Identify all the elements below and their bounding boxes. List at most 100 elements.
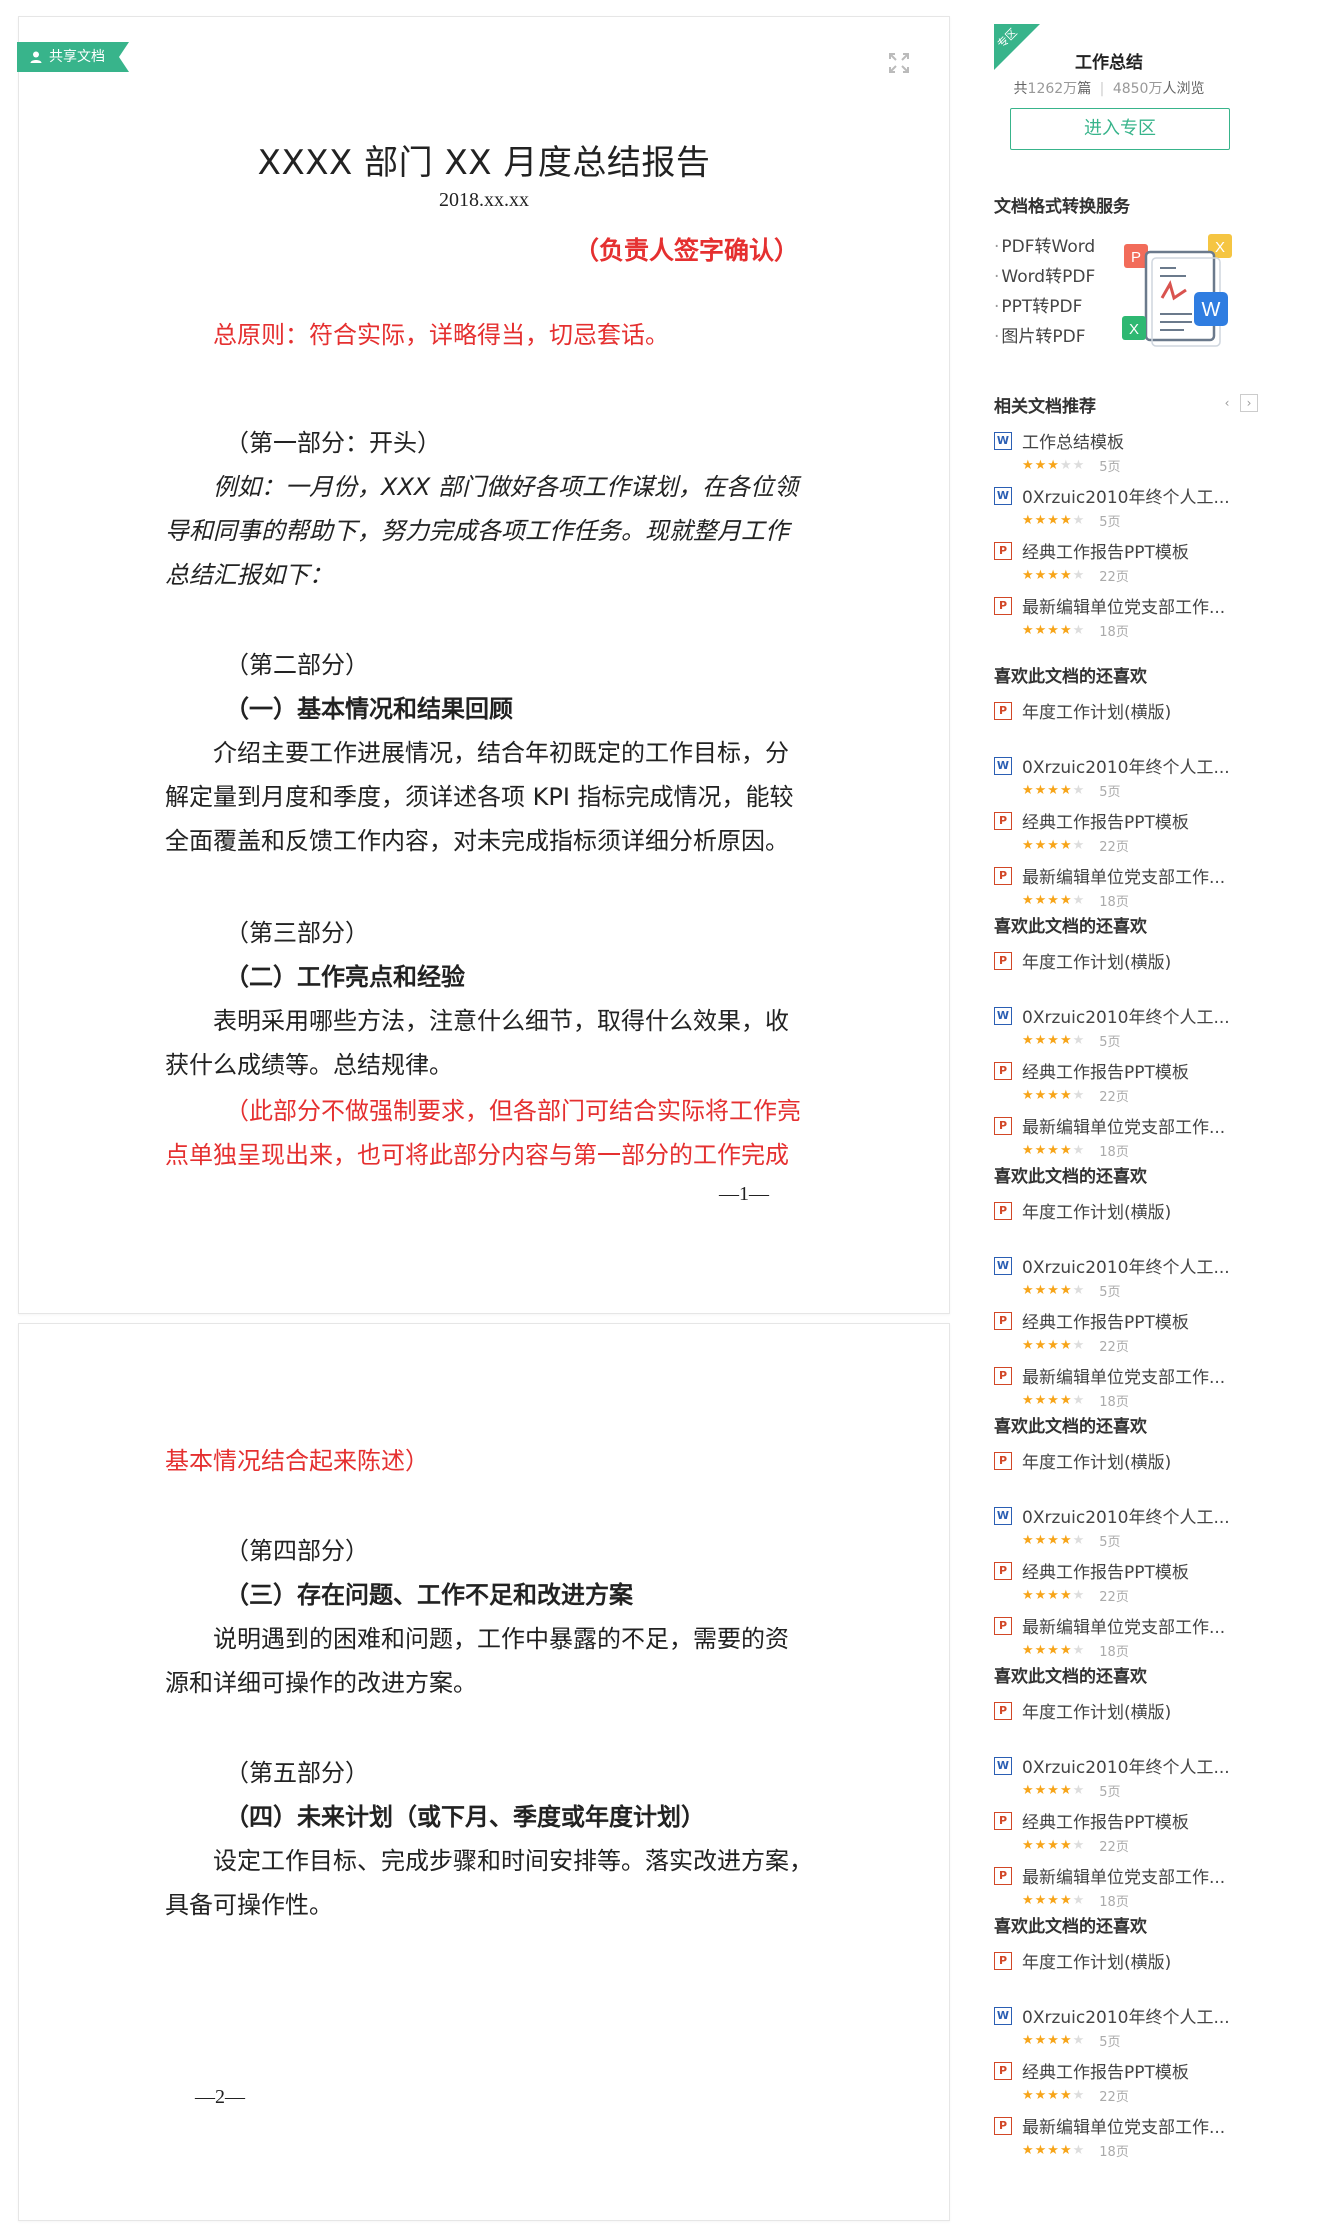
topic-card: 专区 工作总结 共1262万篇 | 4850万人浏览 进入专区 — [990, 24, 1230, 154]
word-doc-icon: W — [994, 1257, 1012, 1275]
section-heading: （一）基本情况和结果回顾 — [225, 695, 513, 723]
rating-stars-icon: ★★★★★ — [1022, 783, 1086, 798]
recommended-doc-item[interactable]: P 最新编辑单位党支部工作... ★★★★★ 18页 — [990, 595, 1240, 650]
chevron-left-icon[interactable]: ‹ — [1218, 394, 1236, 412]
recommended-doc-title[interactable]: 0Xrzuic2010年终个人工... — [1022, 753, 1236, 778]
rating-stars-icon: ★★★★★ — [1022, 623, 1086, 638]
rating-stars-icon: ★★★★★ — [1022, 513, 1086, 528]
doc-meta: ★★★★★ 22页 — [1022, 1586, 1129, 1605]
recommended-doc-title[interactable]: 0Xrzuic2010年终个人工... — [1022, 1003, 1236, 1028]
page-count: 5页 — [1099, 1285, 1121, 1300]
recommended-doc-title[interactable]: 年度工作计划(横版) — [1022, 948, 1236, 973]
recommended-doc-item[interactable]: P 年度工作计划(横版) — [990, 1200, 1240, 1255]
conversion-word-to-pdf[interactable]: Word转PDF — [994, 262, 1095, 292]
doc-meta: ★★★★★ 5页 — [1022, 1781, 1121, 1800]
recommended-doc-title[interactable]: 最新编辑单位党支部工作... — [1022, 863, 1236, 888]
part4-heading: （第四部分） — [225, 1537, 369, 1565]
recommended-doc-item[interactable]: P 年度工作计划(横版) — [990, 1700, 1240, 1755]
recommended-doc-title[interactable]: 年度工作计划(横版) — [1022, 698, 1236, 723]
recommended-doc-title[interactable]: 最新编辑单位党支部工作... — [1022, 1863, 1236, 1888]
body-line: 介绍主要工作进展情况，结合年初既定的工作目标，分 — [213, 739, 789, 767]
shared-doc-tag: 共享文档 — [17, 42, 129, 72]
principle-line: 总原则：符合实际，详略得当，切忌套话。 — [213, 321, 669, 349]
fullscreen-icon[interactable] — [887, 51, 911, 75]
recommended-doc-item[interactable]: W 0Xrzuic2010年终个人工... ★★★★★ 5页 — [990, 1505, 1240, 1560]
doc-meta: ★★★★★ 18页 — [1022, 1641, 1129, 1660]
rating-stars-icon: ★★★★★ — [1022, 568, 1086, 583]
recommended-doc-item[interactable]: P 年度工作计划(横版) — [990, 700, 1240, 755]
recommended-doc-title[interactable]: 0Xrzuic2010年终个人工... — [1022, 1503, 1236, 1528]
conversion-title: 文档格式转换服务 — [994, 197, 1130, 217]
recommended-doc-title[interactable]: 最新编辑单位党支部工作... — [1022, 1613, 1236, 1638]
word-doc-icon: W — [994, 487, 1012, 505]
body-line: 设定工作目标、完成步骤和时间安排等。落实改进方案， — [213, 1847, 813, 1875]
recommended-doc-title[interactable]: 经典工作报告PPT模板 — [1022, 1308, 1236, 1333]
recommended-doc-title[interactable]: 年度工作计划(横版) — [1022, 1698, 1236, 1723]
conversion-pdf-to-word[interactable]: PDF转Word — [994, 232, 1095, 262]
rating-stars-icon: ★★★★★ — [1022, 1338, 1086, 1353]
rating-stars-icon: ★★★★★ — [1022, 2143, 1086, 2158]
ppt-doc-icon: P — [994, 542, 1012, 560]
document-page-1: 共享文档 XXXX 部门 XX 月度总结报告 2018.xx.xx （负责人签字… — [18, 16, 950, 1314]
recommended-doc-item[interactable]: P 最新编辑单位党支部工作... ★★★★★ 18页 — [990, 2115, 1240, 2170]
body-line: 例如：一月份，XXX 部门做好各项工作谋划，在各位领 — [213, 473, 798, 501]
recommended-doc-title[interactable]: 最新编辑单位党支部工作... — [1022, 2113, 1236, 2138]
recommended-doc-title[interactable]: 0Xrzuic2010年终个人工... — [1022, 1253, 1236, 1278]
recommended-doc-item[interactable]: P 经典工作报告PPT模板 ★★★★★ 22页 — [990, 1310, 1240, 1365]
recommended-doc-title[interactable]: 经典工作报告PPT模板 — [1022, 1558, 1236, 1583]
ppt-doc-icon: P — [994, 812, 1012, 830]
recommended-doc-title[interactable]: 0Xrzuic2010年终个人工... — [1022, 1753, 1236, 1778]
word-doc-icon: W — [994, 432, 1012, 450]
recommended-doc-title[interactable]: 经典工作报告PPT模板 — [1022, 1808, 1236, 1833]
page-number: —1— — [719, 1183, 769, 1205]
recommended-doc-title[interactable]: 经典工作报告PPT模板 — [1022, 1058, 1236, 1083]
recommended-doc-item[interactable]: W 0Xrzuic2010年终个人工... ★★★★★ 5页 — [990, 755, 1240, 810]
recommended-doc-title[interactable]: 最新编辑单位党支部工作... — [1022, 593, 1236, 618]
enter-topic-button[interactable]: 进入专区 — [1010, 108, 1230, 150]
recommended-doc-item[interactable]: W 0Xrzuic2010年终个人工... ★★★★★ 5页 — [990, 1005, 1240, 1060]
page-count: 18页 — [1099, 895, 1129, 910]
recommended-doc-title[interactable]: 0Xrzuic2010年终个人工... — [1022, 483, 1236, 508]
recommended-doc-item[interactable]: P 经典工作报告PPT模板 ★★★★★ 22页 — [990, 1560, 1240, 1615]
conversion-ppt-to-pdf[interactable]: PPT转PDF — [994, 292, 1095, 322]
doc-meta: ★★★★★ 18页 — [1022, 2141, 1129, 2160]
stats-separator: | — [1099, 81, 1105, 97]
recommended-doc-title[interactable]: 最新编辑单位党支部工作... — [1022, 1113, 1236, 1138]
recommended-doc-title[interactable]: 工作总结模板 — [1022, 428, 1236, 453]
recommended-doc-item[interactable]: P 经典工作报告PPT模板 ★★★★★ 22页 — [990, 1060, 1240, 1115]
recommended-doc-title[interactable]: 经典工作报告PPT模板 — [1022, 808, 1236, 833]
recommended-doc-item[interactable]: P 经典工作报告PPT模板 ★★★★★ 22页 — [990, 810, 1240, 865]
rating-stars-icon: ★★★★★ — [1022, 1033, 1086, 1048]
recommended-doc-item[interactable]: W 0Xrzuic2010年终个人工... ★★★★★ 5页 — [990, 1255, 1240, 1310]
page-count: 22页 — [1099, 1340, 1129, 1355]
topic-title[interactable]: 工作总结 — [990, 48, 1228, 73]
page-count: 18页 — [1099, 1395, 1129, 1410]
page-count: 5页 — [1099, 460, 1121, 475]
recommended-doc-title[interactable]: 经典工作报告PPT模板 — [1022, 2058, 1236, 2083]
recommended-doc-item[interactable]: P 经典工作报告PPT模板 ★★★★★ 22页 — [990, 540, 1240, 595]
recommended-doc-title[interactable]: 年度工作计划(横版) — [1022, 1198, 1236, 1223]
recommended-doc-item[interactable]: P 经典工作报告PPT模板 ★★★★★ 22页 — [990, 1810, 1240, 1865]
recommended-doc-item[interactable]: P 年度工作计划(横版) — [990, 1450, 1240, 1505]
recommended-doc-item[interactable]: W 0Xrzuic2010年终个人工... ★★★★★ 5页 — [990, 1755, 1240, 1810]
body-line: 获什么成绩等。总结规律。 — [165, 1051, 453, 1079]
conversion-image-to-pdf[interactable]: 图片转PDF — [994, 322, 1095, 352]
docs-count: 1262万 — [1027, 81, 1078, 97]
page-count: 5页 — [1099, 1785, 1121, 1800]
recommended-doc-title[interactable]: 年度工作计划(横版) — [1022, 1948, 1236, 1973]
recommended-doc-title[interactable]: 最新编辑单位党支部工作... — [1022, 1363, 1236, 1388]
rating-stars-icon: ★★★★★ — [1022, 893, 1086, 908]
recommended-doc-item[interactable]: W 0Xrzuic2010年终个人工... ★★★★★ 5页 — [990, 485, 1240, 540]
recommended-doc-item[interactable]: W 0Xrzuic2010年终个人工... ★★★★★ 5页 — [990, 2005, 1240, 2060]
recommended-doc-item[interactable]: W 工作总结模板 ★★★★★ 5页 — [990, 430, 1240, 485]
recommended-doc-item[interactable]: P 年度工作计划(横版) — [990, 950, 1240, 1005]
recommended-doc-title[interactable]: 经典工作报告PPT模板 — [1022, 538, 1236, 563]
recommended-doc-title[interactable]: 年度工作计划(横版) — [1022, 1448, 1236, 1473]
recommended-doc-item[interactable]: P 经典工作报告PPT模板 ★★★★★ 22页 — [990, 2060, 1240, 2115]
body-line: 解定量到月度和季度，须详述各项 KPI 指标完成情况，能较 — [165, 783, 794, 811]
liked-docs-title: 喜欢此文档的还喜欢 — [994, 1417, 1147, 1437]
chevron-right-icon[interactable]: › — [1240, 394, 1258, 412]
recommended-doc-item[interactable]: P 年度工作计划(横版) — [990, 1950, 1240, 2005]
recommended-doc-title[interactable]: 0Xrzuic2010年终个人工... — [1022, 2003, 1236, 2028]
page-count: 18页 — [1099, 1645, 1129, 1660]
